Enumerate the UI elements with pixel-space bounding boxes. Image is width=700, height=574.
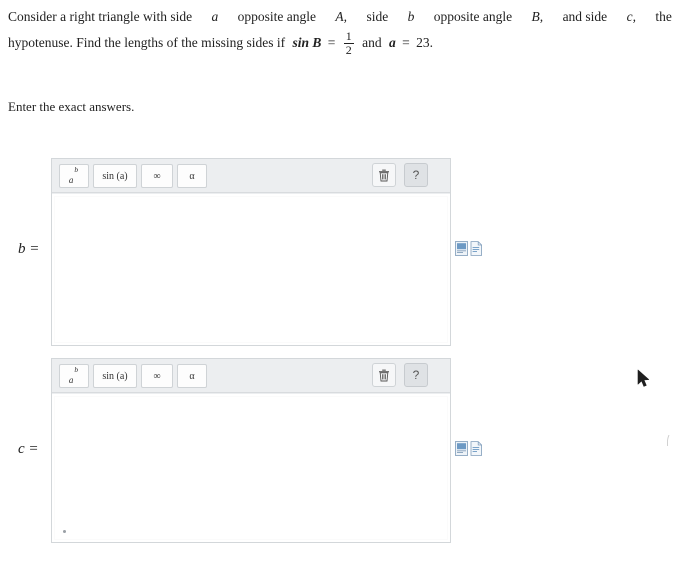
superscript-button[interactable]: ab	[59, 364, 89, 388]
answer-input-c-inner[interactable]	[54, 396, 448, 540]
problem-text-3: side	[366, 9, 389, 24]
trash-icon[interactable]	[372, 363, 396, 387]
math-editor-b[interactable]: ab sin (a) ∞ α ?	[51, 158, 451, 346]
text-caret	[63, 530, 66, 533]
problem-line-1: Consider a right triangle with side a op…	[8, 6, 672, 28]
a-variable-label: a	[389, 35, 396, 50]
math-editor-c[interactable]: ab sin (a) ∞ α ?	[51, 358, 451, 543]
problem-var-b: b	[407, 9, 415, 24]
math-toolbar-b: ab sin (a) ∞ α ?	[52, 159, 450, 193]
problem-text-2: opposite angle	[237, 9, 317, 24]
superscript-exp-label: b	[74, 164, 79, 174]
trash-icon[interactable]	[372, 163, 396, 187]
problem-var-a: a	[211, 9, 219, 24]
preview-icon[interactable]	[455, 241, 468, 256]
answer-input-b-inner[interactable]	[54, 196, 448, 343]
problem-var-A: A,	[335, 9, 348, 24]
question-mark-icon: ?	[412, 368, 420, 382]
problem-var-c: c,	[626, 9, 636, 24]
infinity-button[interactable]: ∞	[141, 364, 173, 388]
sin-b-expression: sin B	[292, 35, 322, 50]
help-button[interactable]: ?	[404, 363, 428, 387]
problem-text-6: the	[655, 9, 672, 24]
answer-label-b: b =	[18, 241, 40, 257]
superscript-base-label: a	[68, 175, 74, 186]
answer-input-c[interactable]	[52, 393, 450, 542]
equals-sign: =	[327, 35, 336, 50]
fraction-one-half: 1 2	[343, 29, 354, 57]
superscript-base-label: a	[68, 375, 74, 386]
problem-text-7: hypotenuse. Find the lengths of the miss…	[8, 35, 286, 50]
problem-line-2: hypotenuse. Find the lengths of the miss…	[8, 30, 672, 56]
and-text: and	[362, 35, 382, 50]
sin-function-button[interactable]: sin (a)	[93, 364, 137, 388]
page-artifact	[666, 434, 670, 447]
sin-function-button[interactable]: sin (a)	[93, 164, 137, 188]
fraction-denominator: 2	[343, 42, 354, 57]
document-icon[interactable]	[470, 441, 483, 456]
answer-input-b[interactable]	[52, 193, 450, 345]
a-value: 23.	[416, 35, 434, 50]
a-equals-sign: =	[402, 35, 410, 50]
fraction-numerator: 1	[345, 29, 352, 43]
alpha-symbol-button[interactable]: α	[177, 364, 207, 388]
side-icons-b[interactable]	[455, 241, 485, 257]
side-icons-c[interactable]	[455, 441, 485, 457]
instruction-text: Enter the exact answers.	[8, 99, 135, 114]
mouse-cursor-icon	[637, 369, 651, 389]
preview-icon[interactable]	[455, 441, 468, 456]
document-icon[interactable]	[470, 241, 483, 256]
math-toolbar-c: ab sin (a) ∞ α ?	[52, 359, 450, 393]
problem-text-1: Consider a right triangle with side	[8, 9, 193, 24]
help-button[interactable]: ?	[404, 163, 428, 187]
superscript-button[interactable]: ab	[59, 164, 89, 188]
problem-statement: Consider a right triangle with side a op…	[8, 6, 672, 56]
problem-var-B: B,	[531, 9, 544, 24]
answer-label-c: c =	[18, 441, 39, 457]
question-mark-icon: ?	[412, 168, 420, 182]
problem-text-5: and side	[562, 9, 608, 24]
problem-text-4: opposite angle	[433, 9, 513, 24]
infinity-button[interactable]: ∞	[141, 164, 173, 188]
superscript-exp-label: b	[74, 364, 79, 374]
alpha-symbol-button[interactable]: α	[177, 164, 207, 188]
